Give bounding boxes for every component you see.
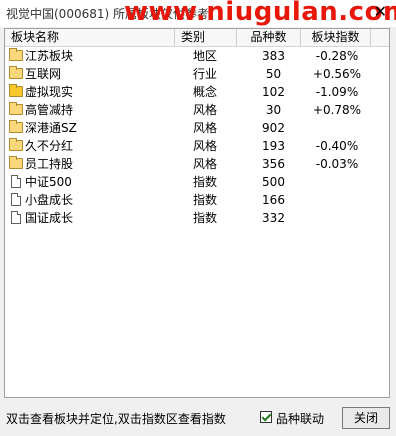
sector-index: -0.28% xyxy=(315,49,359,63)
sector-type: 地区 xyxy=(193,49,218,63)
folder-icon xyxy=(9,102,23,115)
sector-name: 高管减持 xyxy=(25,103,74,117)
folder-icon xyxy=(9,48,23,61)
sector-name: 中证500 xyxy=(25,175,72,189)
table-row[interactable]: 中证500 指数 500 xyxy=(5,173,389,191)
sector-index: +0.78% xyxy=(312,103,362,117)
linkage-checkbox[interactable] xyxy=(260,411,272,423)
table-row[interactable]: 高管减持 风格 30 +0.78% xyxy=(5,101,389,119)
header-count[interactable]: 品种数 xyxy=(237,29,301,46)
sector-type: 风格 xyxy=(193,103,218,117)
sector-type: 指数 xyxy=(193,211,218,225)
folder-icon xyxy=(9,84,23,97)
document-icon xyxy=(11,211,21,224)
sector-name: 国证成长 xyxy=(25,211,74,225)
table-row[interactable]: 虚拟现实 概念 102 -1.09% xyxy=(5,83,389,101)
sector-type: 指数 xyxy=(193,193,218,207)
table-row[interactable]: 江苏板块 地区 383 -0.28% xyxy=(5,47,389,65)
stock-count: 50 xyxy=(265,67,282,81)
folder-icon xyxy=(9,138,23,151)
document-icon xyxy=(11,193,21,206)
sector-name: 江苏板块 xyxy=(25,49,74,63)
sector-name: 互联网 xyxy=(25,67,62,81)
table-row[interactable]: 员工持股 风格 356 -0.03% xyxy=(5,155,389,173)
folder-icon xyxy=(9,156,23,169)
sector-type: 风格 xyxy=(193,121,218,135)
sector-name: 深港通SZ xyxy=(25,121,77,135)
close-button[interactable]: 关闭 xyxy=(342,407,390,429)
sector-index: -1.09% xyxy=(315,85,359,99)
close-icon[interactable]: ✕ xyxy=(374,3,387,21)
stock-count: 30 xyxy=(265,103,282,117)
header-type[interactable]: 类别 xyxy=(175,29,237,46)
sector-name: 小盘成长 xyxy=(25,193,74,207)
sector-type: 风格 xyxy=(193,139,218,153)
stock-count: 356 xyxy=(262,157,285,171)
status-hint: 双击查看板块并定位,双击指数区查看指数 xyxy=(6,412,226,426)
table-row[interactable]: 互联网 行业 50 +0.56% xyxy=(5,65,389,83)
sector-index: -0.03% xyxy=(315,157,359,171)
sector-type: 指数 xyxy=(193,175,218,189)
folder-icon xyxy=(9,120,23,133)
linkage-checkbox-label[interactable]: 品种联动 xyxy=(276,410,324,427)
table-header: 板块名称 类别 品种数 板块指数 xyxy=(5,29,389,47)
table-row[interactable]: 久不分红 风格 193 -0.40% xyxy=(5,137,389,155)
sector-name: 虚拟现实 xyxy=(25,85,74,99)
table-row[interactable]: 深港通SZ 风格 902 xyxy=(5,119,389,137)
sector-type: 概念 xyxy=(193,85,218,99)
sector-index: +0.56% xyxy=(312,67,362,81)
table-row[interactable]: 国证成长 指数 332 xyxy=(5,209,389,227)
stock-count: 383 xyxy=(262,49,285,63)
sector-table: 板块名称 类别 品种数 板块指数 江苏板块 地区 383 -0.28% 互联网 行业 50 +… xyxy=(4,28,390,398)
stock-count: 166 xyxy=(262,193,285,207)
sector-type: 风格 xyxy=(193,157,218,171)
title-bar: 视觉中国(000681) 所属板块仅供参考 www.niugulan.com ✕ xyxy=(0,0,396,27)
header-index[interactable]: 板块指数 xyxy=(301,29,371,46)
sector-type: 行业 xyxy=(193,67,218,81)
watermark: www.niugulan.com xyxy=(124,0,396,27)
sector-name: 久不分红 xyxy=(25,139,74,153)
table-row[interactable]: 小盘成长 指数 166 xyxy=(5,191,389,209)
sector-name: 员工持股 xyxy=(25,157,74,171)
header-name[interactable]: 板块名称 xyxy=(5,29,175,46)
stock-count: 102 xyxy=(262,85,285,99)
stock-count: 902 xyxy=(262,121,285,135)
stock-count: 500 xyxy=(262,175,285,189)
document-icon xyxy=(11,175,21,188)
folder-icon xyxy=(9,66,23,79)
stock-count: 193 xyxy=(262,139,285,153)
stock-count: 332 xyxy=(262,211,285,225)
sector-index: -0.40% xyxy=(315,139,359,153)
